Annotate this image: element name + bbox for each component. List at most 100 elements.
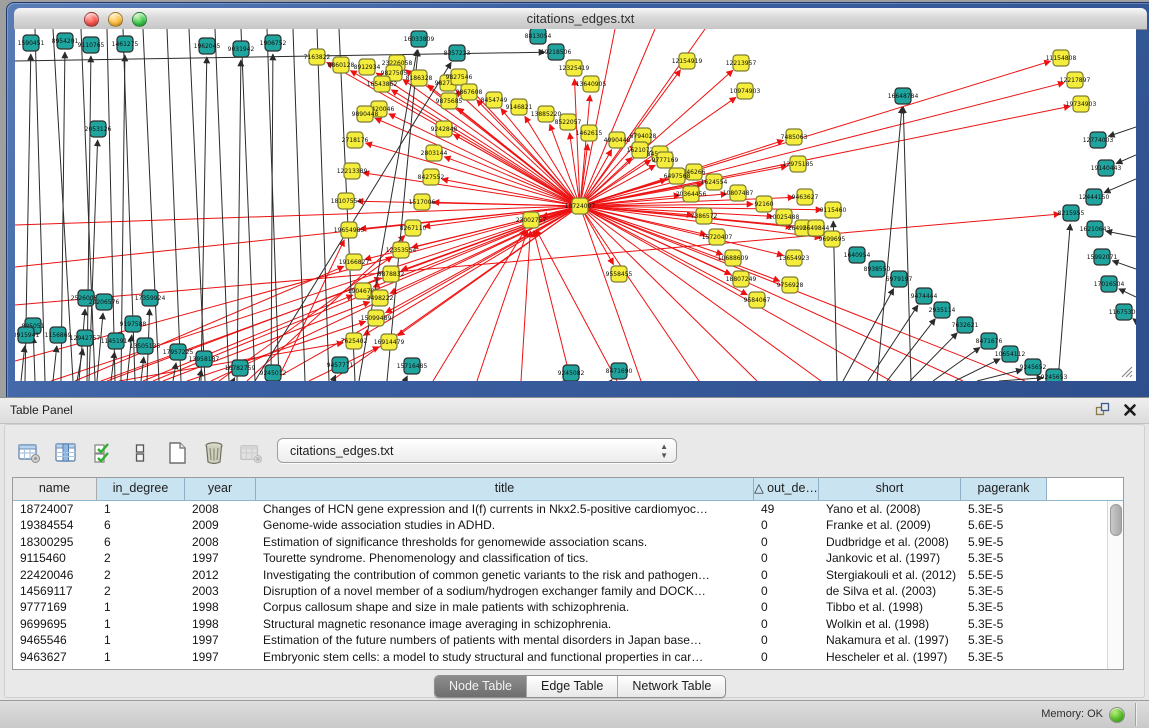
graph-node[interactable]: 19654985 [334,222,365,238]
table-cell[interactable]: Estimation of significance thresholds fo… [256,534,754,550]
table-row[interactable]: 1456911722003Disruption of a novel membe… [13,583,1123,599]
memory-status-led-icon[interactable] [1109,707,1125,723]
new-table-icon[interactable] [165,441,189,465]
table-cell[interactable]: 5.3E-5 [961,649,1047,665]
table-row[interactable]: 2242004622012Investigating the contribut… [13,567,1123,583]
table-cell[interactable]: 5.6E-5 [961,517,1047,533]
graph-node[interactable]: 12774003 [1083,132,1114,148]
table-cell[interactable]: 5.3E-5 [961,501,1047,517]
graph-node[interactable]: 12325419 [559,60,590,76]
graph-node[interactable]: 2053126 [85,121,112,137]
table-cell[interactable]: 1998 [185,616,256,632]
window-titlebar[interactable]: citations_edges.txt [14,8,1147,30]
table-row[interactable]: 1872400712008Changes of HCN gene express… [13,501,1123,517]
resize-grip-icon[interactable] [1120,365,1133,378]
graph-node[interactable]: 9558455 [606,266,633,282]
table-cell[interactable]: 5.9E-5 [961,534,1047,550]
graph-node[interactable]: 10974903 [730,83,761,99]
graph-node[interactable]: 11154808 [1046,50,1077,66]
graph-node[interactable]: 13640905 [576,76,607,92]
table-cell[interactable]: Embryonic stem cells: a model to study s… [256,649,754,665]
tab-network-table[interactable]: Network Table [618,676,725,697]
table-cell[interactable]: 5.5E-5 [961,567,1047,583]
graph-node[interactable]: 19166827 [339,254,370,270]
graph-node[interactable]: 12217897 [1060,72,1091,88]
table-cell[interactable]: 9463627 [13,649,97,665]
graph-node[interactable]: 19140443 [1091,160,1122,176]
table-cell[interactable]: Tibbo et al. (1998) [819,599,961,615]
table-scrollbar[interactable] [1107,501,1123,669]
graph-node[interactable]: 19734903 [1066,96,1097,112]
graph-node[interactable]: 8215955 [1058,205,1085,221]
table-settings-icon[interactable] [17,441,41,465]
column-header-1[interactable]: in_degree [97,478,185,500]
table-cell[interactable]: Stergiakouli et al. (2012) [819,567,961,583]
column-header-3[interactable]: title [256,478,754,500]
show-columns-icon[interactable] [54,441,78,465]
table-cell[interactable]: 2003 [185,583,256,599]
graph-node[interactable]: 9031942 [228,41,255,57]
table-cell[interactable]: Estimation of the future numbers of pati… [256,632,754,648]
graph-node[interactable]: 8427552 [418,169,445,185]
graph-node[interactable]: 12975185 [783,156,814,172]
graph-node[interactable]: 12444150 [1079,189,1110,205]
graph-node[interactable]: 9146821 [506,99,533,115]
table-cell[interactable]: Yano et al. (2008) [819,501,961,517]
table-cell[interactable]: 1997 [185,550,256,566]
table-cell[interactable]: 9115460 [13,550,97,566]
table-cell[interactable]: 5.3E-5 [961,583,1047,599]
table-cell[interactable]: 2009 [185,517,256,533]
table-cell[interactable]: 1998 [185,599,256,615]
graph-node[interactable]: 7632621 [952,317,979,333]
graph-node[interactable]: 2718176 [342,132,369,148]
table-cell[interactable]: 0 [754,649,819,665]
table-cell[interactable]: Hescheler et al. (1997) [819,649,961,665]
table-cell[interactable]: 9777169 [13,599,97,615]
column-header-2[interactable]: year [185,478,256,500]
graph-node[interactable]: 1461275 [112,36,139,52]
graph-node[interactable]: 1640954 [844,247,871,263]
table-cell[interactable]: 2 [97,550,185,566]
select-rows-icon[interactable] [91,441,115,465]
table-cell[interactable]: 1 [97,649,185,665]
table-selector-dropdown[interactable]: citations_edges.txt ▲▼ [277,438,677,463]
graph-node[interactable]: 4990448 [604,132,631,148]
tab-node-table[interactable]: Node Table [435,676,527,697]
table-cell[interactable]: 2 [97,583,185,599]
table-row[interactable]: 977716911998Corpus callosum shape and si… [13,599,1123,615]
table-cell[interactable]: Wolkin et al. (1998) [819,616,961,632]
table-cell[interactable]: 0 [754,567,819,583]
float-panel-icon[interactable] [1095,402,1111,418]
graph-node[interactable]: 8471676 [976,333,1003,349]
table-row[interactable]: 969969511998Structural magnetic resonanc… [13,616,1123,632]
graph-node[interactable]: 12942757 [70,330,101,346]
table-cell[interactable]: 0 [754,583,819,599]
column-header-6[interactable]: pagerank [961,478,1047,500]
table-row[interactable]: 946554611997Estimation of the future num… [13,632,1123,648]
graph-node[interactable]: 12353554 [386,242,417,258]
table-cell[interactable]: 2 [97,567,185,583]
graph-node[interactable]: 1156869 [45,327,72,343]
graph-node[interactable]: 92160 [754,196,773,212]
graph-node[interactable]: 13654923 [779,250,810,266]
graph-node[interactable]: 9245652 [1020,359,1047,375]
graph-node[interactable]: 9756928 [777,277,804,293]
graph-node[interactable]: 1962045 [194,38,221,54]
table-cell[interactable]: Changes of HCN gene expression and I(f) … [256,501,754,517]
graph-node[interactable]: 1590451 [18,35,45,51]
column-header-4[interactable]: △ out_de… [754,478,819,500]
graph-node[interactable]: 16210643 [1080,221,1111,237]
table-cell[interactable]: 1 [97,632,185,648]
table-cell[interactable]: 18300295 [13,534,97,550]
graph-node[interactable]: 12213389 [337,163,368,179]
graph-node[interactable]: 2935114 [929,302,956,318]
delete-table-icon[interactable] [202,441,226,465]
table-cell[interactable]: Dudbridge et al. (2008) [819,534,961,550]
graph-node[interactable]: 8454749 [481,92,508,108]
table-cell[interactable]: 1997 [185,632,256,648]
table-cell[interactable]: 2012 [185,567,256,583]
tab-edge-table[interactable]: Edge Table [527,676,618,697]
graph-node[interactable]: 16648784 [888,88,919,104]
table-cell[interactable]: 0 [754,616,819,632]
table-cell[interactable]: 5.3E-5 [961,550,1047,566]
